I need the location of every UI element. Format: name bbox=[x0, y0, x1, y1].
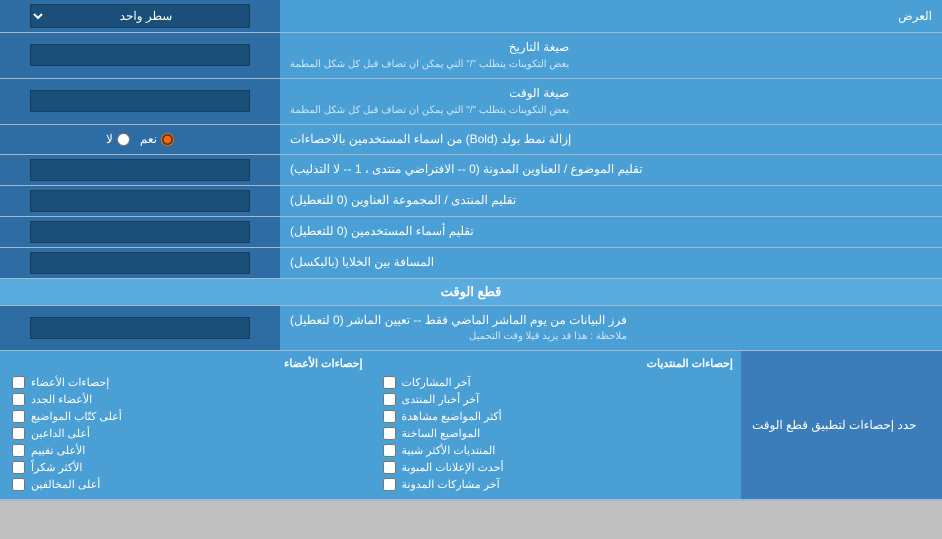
cell-spacing-input-cell[interactable]: 2 bbox=[0, 248, 280, 278]
bold-radio-no-label[interactable]: لا bbox=[106, 132, 130, 146]
checkbox-item: أعلى الداعين bbox=[8, 425, 363, 442]
checkbox-most-thanked[interactable] bbox=[12, 461, 25, 474]
display-mode-cell[interactable]: سطر واحد bbox=[0, 0, 280, 32]
bold-radio-yes-text: نعم bbox=[140, 132, 157, 146]
bold-remove-radio-cell: نعم لا bbox=[0, 125, 280, 154]
checkbox-last-posts[interactable] bbox=[383, 376, 396, 389]
cutoff-section-header: قطع الوقت bbox=[0, 279, 942, 306]
forum-trim-row: تقليم المنتدى / المجموعة العناوين (0 للت… bbox=[0, 186, 942, 217]
checkbox-top-rated[interactable] bbox=[12, 444, 25, 457]
bold-radio-no[interactable] bbox=[117, 133, 130, 146]
col1-header: إحصاءات المنتديات bbox=[379, 357, 734, 370]
date-format-row: صيغة التاريخ بعض التكوينات يتطلب "/" الت… bbox=[0, 33, 942, 79]
main-container: العرض سطر واحد صيغة التاريخ بعض التكوينا… bbox=[0, 0, 942, 501]
checkbox-item: آخر أخبار المنتدى bbox=[379, 391, 734, 408]
checkbox-top-inviters[interactable] bbox=[12, 427, 25, 440]
checkbox-label: آخر مشاركات المدونة bbox=[402, 478, 500, 491]
checkbox-most-popular-forums[interactable] bbox=[383, 444, 396, 457]
checkbox-top-violators[interactable] bbox=[12, 478, 25, 491]
cell-spacing-label: المسافة بين الخلايا (بالبكسل) bbox=[280, 248, 942, 278]
page-title: العرض bbox=[280, 5, 942, 27]
header-row: العرض سطر واحد bbox=[0, 0, 942, 33]
bold-radio-group: نعم لا bbox=[96, 132, 184, 146]
checkbox-label: آخر أخبار المنتدى bbox=[402, 393, 480, 406]
checkbox-blog-posts[interactable] bbox=[383, 478, 396, 491]
users-trim-row: تقليم أسماء المستخدمين (0 للتعطيل) 0 bbox=[0, 217, 942, 248]
checkbox-label: أعلى الداعين bbox=[31, 427, 90, 440]
time-format-input-cell[interactable]: H:i bbox=[0, 79, 280, 124]
checkbox-item: آخر المشاركات bbox=[379, 374, 734, 391]
checkbox-label: الأعلى تقييم bbox=[31, 444, 85, 457]
checkbox-label: إحصاءات الأعضاء bbox=[31, 376, 109, 389]
topic-trim-label: تقليم الموضوع / العناوين المدونة (0 -- ا… bbox=[280, 155, 942, 185]
checkbox-item: أحدث الإعلانات المبوبة bbox=[379, 459, 734, 476]
checkbox-item: أعلى المخالفين bbox=[8, 476, 363, 493]
checkbox-item: أعلى كتّاب المواضيع bbox=[8, 408, 363, 425]
cutoff-days-input[interactable]: 0 bbox=[30, 317, 250, 339]
checkbox-hot-topics[interactable] bbox=[383, 427, 396, 440]
date-format-input-cell[interactable]: d-m bbox=[0, 33, 280, 78]
forum-trim-input[interactable]: 33 bbox=[30, 190, 250, 212]
time-format-row: صيغة الوقت بعض التكوينات يتطلب "/" التي … bbox=[0, 79, 942, 125]
checkbox-label: أعلى المخالفين bbox=[31, 478, 100, 491]
checkbox-item: آخر مشاركات المدونة bbox=[379, 476, 734, 493]
time-format-label: صيغة الوقت بعض التكوينات يتطلب "/" التي … bbox=[280, 79, 942, 124]
checkbox-forum-news[interactable] bbox=[383, 393, 396, 406]
checkbox-label: أكثر المواضيع مشاهدة bbox=[402, 410, 502, 423]
checkbox-label: الأكثر شكراً bbox=[31, 461, 82, 474]
bottom-stats-section: حدد إحصاءات لتطبيق قطع الوقت إحصاءات الم… bbox=[0, 351, 942, 501]
cell-spacing-row: المسافة بين الخلايا (بالبكسل) 2 bbox=[0, 248, 942, 279]
checkbox-item: الأعلى تقييم bbox=[8, 442, 363, 459]
topic-trim-row: تقليم الموضوع / العناوين المدونة (0 -- ا… bbox=[0, 155, 942, 186]
checkbox-most-viewed[interactable] bbox=[383, 410, 396, 423]
display-mode-select[interactable]: سطر واحد bbox=[30, 4, 250, 28]
checkbox-item: الأعضاء الجدد bbox=[8, 391, 363, 408]
checkbox-item: أكثر المواضيع مشاهدة bbox=[379, 408, 734, 425]
topic-trim-input-cell[interactable]: 33 bbox=[0, 155, 280, 185]
checkbox-top-posters[interactable] bbox=[12, 410, 25, 423]
bold-radio-yes-label[interactable]: نعم bbox=[140, 132, 174, 146]
checkbox-label: المواضيع الساخنة bbox=[402, 427, 481, 440]
checkbox-item: المنتديات الأكثر شبية bbox=[379, 442, 734, 459]
checkbox-member-stats[interactable] bbox=[12, 376, 25, 389]
checkbox-item: إحصاءات الأعضاء bbox=[8, 374, 363, 391]
forum-trim-input-cell[interactable]: 33 bbox=[0, 186, 280, 216]
checkbox-label: المنتديات الأكثر شبية bbox=[402, 444, 496, 457]
topic-trim-input[interactable]: 33 bbox=[30, 159, 250, 181]
time-format-input[interactable]: H:i bbox=[30, 90, 250, 112]
cutoff-days-label: فرز البيانات من يوم الماشر الماضي فقط --… bbox=[280, 306, 942, 351]
checkbox-item: المواضيع الساخنة bbox=[379, 425, 734, 442]
users-trim-input[interactable]: 0 bbox=[30, 221, 250, 243]
bold-radio-yes[interactable] bbox=[161, 133, 174, 146]
bold-radio-no-text: لا bbox=[106, 132, 113, 146]
col2-header: إحصاءات الأعضاء bbox=[8, 357, 363, 370]
stats-cutoff-label: حدد إحصاءات لتطبيق قطع الوقت bbox=[742, 351, 942, 499]
cutoff-days-row: فرز البيانات من يوم الماشر الماضي فقط --… bbox=[0, 306, 942, 352]
checkbox-label: أحدث الإعلانات المبوبة bbox=[402, 461, 504, 474]
users-trim-label: تقليم أسماء المستخدمين (0 للتعطيل) bbox=[280, 217, 942, 247]
checkbox-new-members[interactable] bbox=[12, 393, 25, 406]
cell-spacing-input[interactable]: 2 bbox=[30, 252, 250, 274]
date-format-label: صيغة التاريخ بعض التكوينات يتطلب "/" الت… bbox=[280, 33, 942, 78]
date-format-input[interactable]: d-m bbox=[30, 44, 250, 66]
bold-remove-row: إزالة نمط بولد (Bold) من اسماء المستخدمي… bbox=[0, 125, 942, 155]
checkbox-label: آخر المشاركات bbox=[402, 376, 471, 389]
checkbox-item: الأكثر شكراً bbox=[8, 459, 363, 476]
checkbox-label: الأعضاء الجدد bbox=[31, 393, 92, 406]
forum-trim-label: تقليم المنتدى / المجموعة العناوين (0 للت… bbox=[280, 186, 942, 216]
checkbox-label: أعلى كتّاب المواضيع bbox=[31, 410, 122, 423]
checkbox-latest-ads[interactable] bbox=[383, 461, 396, 474]
bold-remove-label: إزالة نمط بولد (Bold) من اسماء المستخدمي… bbox=[280, 125, 942, 154]
cutoff-days-input-cell[interactable]: 0 bbox=[0, 306, 280, 351]
users-trim-input-cell[interactable]: 0 bbox=[0, 217, 280, 247]
